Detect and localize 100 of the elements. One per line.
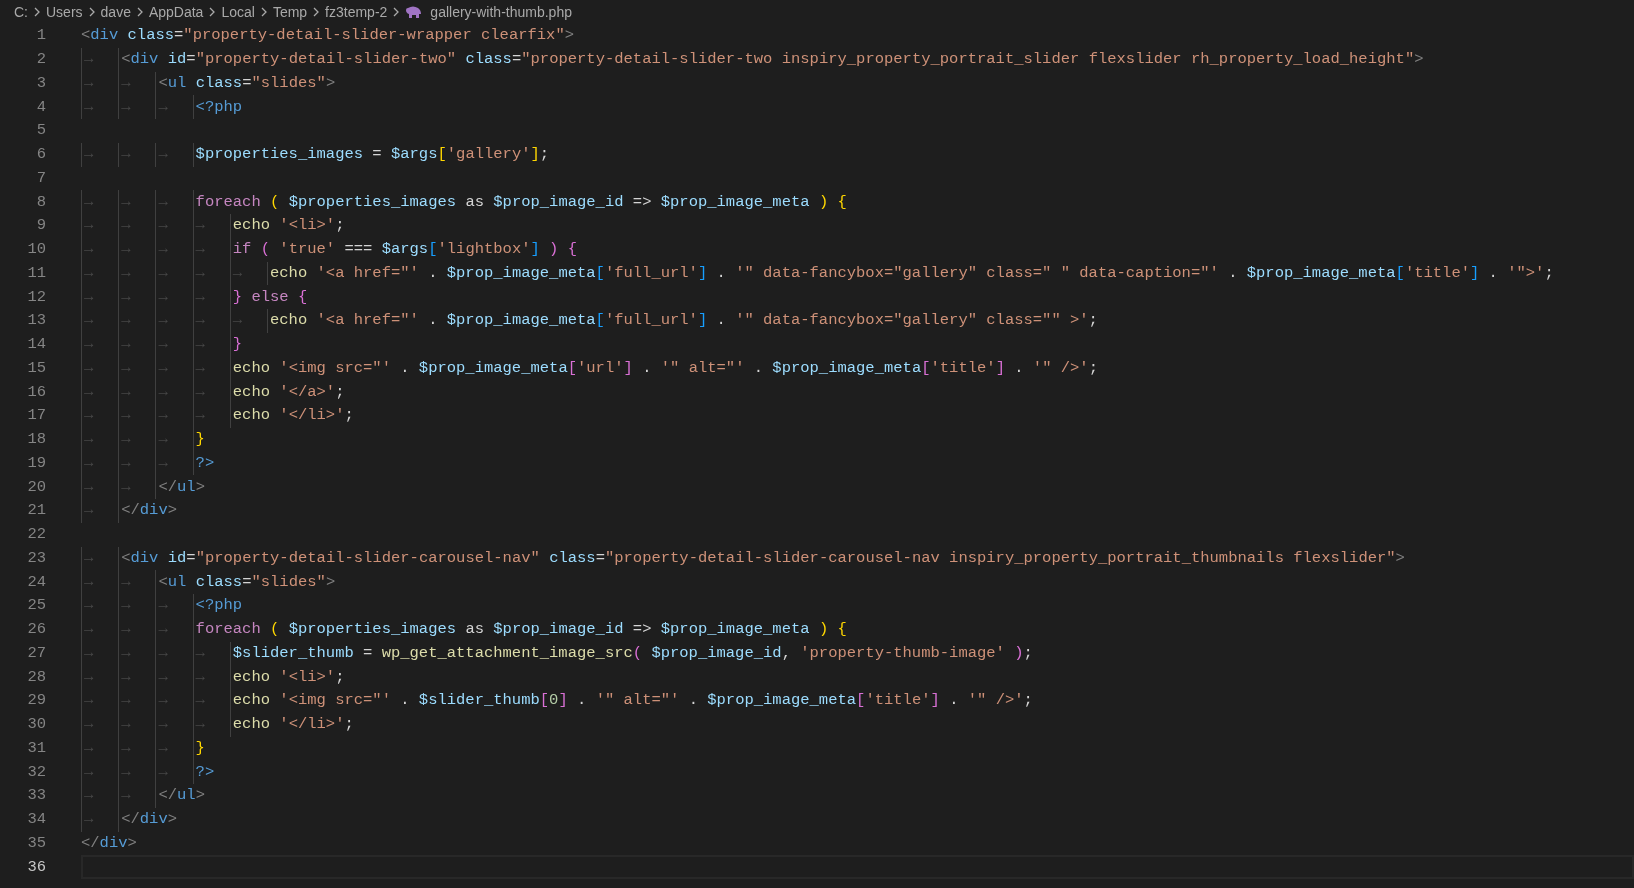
code-line: echo '<a href="' . $prop_image_meta['full_url'] . '" data-fancybox="gallery" class="" >';	[270, 310, 1098, 332]
code-line: <div class="property-detail-slider-wrapper clearfix">	[81, 25, 575, 47]
breadcrumb-folder[interactable]: fz3temp-2	[325, 1, 388, 23]
code-line: $properties_images = $args['gallery'];	[195, 144, 550, 165]
code-line: echo '</li>';	[232, 714, 354, 735]
code-line: }	[195, 737, 205, 759]
line-number: 13	[26, 310, 46, 332]
line-number: 6	[35, 144, 46, 165]
line-number: 27	[26, 642, 46, 664]
code-line: echo '<img src="' . $prop_image_meta['url'] . '" alt="' . $prop_image_meta['title'] . '" />';	[232, 357, 1098, 379]
line-number: 16	[26, 381, 46, 403]
line-number: 5	[35, 120, 46, 142]
tab-markers: →	[81, 47, 122, 72]
tab-markers: →→→→	[81, 285, 233, 309]
tab-markers: →→	[81, 475, 159, 499]
line-number: 14	[26, 334, 46, 355]
line-number: 11	[26, 262, 46, 284]
code-line: echo '<li>';	[232, 215, 345, 237]
line-number: 32	[26, 761, 46, 783]
breadcrumb-folder[interactable]: AppData	[148, 1, 204, 23]
tab-markers: →→→	[81, 142, 196, 167]
code-line: <div id="property-detail-slider-carousel-nav" class="property-detail-slider-carousel-nav inspiry_property_portrait_thumbnails flexslider">	[121, 547, 1405, 569]
line-number: 4	[35, 96, 46, 118]
tab-markers: →→→→	[81, 712, 233, 737]
breadcrumb-folder[interactable]: Local	[221, 1, 255, 23]
code-line: $slider_thumb = wp_get_attachment_image_src( $prop_image_id, 'property-thumb-image' );	[232, 642, 1033, 664]
code-line: ?>	[195, 452, 215, 474]
breadcrumb-folder[interactable]: Users	[46, 1, 83, 23]
code-line: foreach ( $properties_images as $prop_image_id => $prop_image_meta ) {	[195, 619, 847, 640]
tab-markers: →→→→	[81, 332, 233, 357]
line-number: 9	[35, 215, 46, 237]
code-line: </ul>	[158, 785, 205, 807]
line-number: 29	[26, 690, 46, 712]
tab-markers: →→→→	[81, 641, 233, 666]
line-number: 18	[26, 429, 46, 450]
line-number: 17	[26, 405, 46, 427]
line-number: 28	[26, 666, 46, 688]
code-line: </div>	[121, 500, 178, 522]
line-number: 7	[35, 167, 46, 189]
line-number: 23	[26, 547, 46, 569]
breadcrumb-folder[interactable]: Temp	[272, 1, 308, 23]
tab-markers: →→	[81, 784, 159, 808]
tab-markers: →→→→→	[81, 309, 270, 333]
line-number: 24	[26, 571, 46, 593]
line-number: 22	[26, 524, 46, 545]
code-line: </div>	[121, 809, 178, 830]
line-number: 21	[26, 500, 46, 522]
tab-markers: →→→	[81, 190, 196, 214]
line-number: 2	[35, 49, 46, 70]
code-line: echo '<img src="' . $slider_thumb[0] . '" alt="' . $prop_image_meta['title'] . '" />';	[232, 690, 1033, 712]
code-line: <ul class="slides">	[158, 571, 336, 593]
line-number: 8	[35, 191, 46, 213]
tab-markers: →→→	[81, 451, 196, 476]
line-number: 36	[26, 856, 46, 878]
line-number: 26	[26, 619, 46, 640]
tab-markers: →→→→	[81, 665, 233, 689]
code-line: }	[232, 334, 243, 355]
line-number: 3	[35, 72, 46, 94]
line-number: 35	[26, 832, 46, 854]
code-line: echo '<a href="' . $prop_image_meta['full_url'] . '" data-fancybox="gallery" class=" " data-caption="' . $prop_image_meta['title'] . '">';	[270, 262, 1554, 284]
tab-markers: →→→	[81, 617, 196, 642]
tab-markers: →→→→	[81, 689, 233, 713]
code-line: echo '</a>';	[232, 381, 345, 403]
tab-markers: →→	[81, 71, 159, 96]
breadcrumb-file[interactable]: gallery-with-thumb.php	[430, 1, 572, 23]
tab-markers: →	[81, 499, 122, 523]
code-line: }	[195, 429, 205, 450]
line-number: 12	[26, 286, 46, 308]
tab-markers: →→→→	[81, 380, 233, 404]
line-number: 31	[26, 737, 46, 759]
code-line: } else {	[232, 286, 308, 308]
line-number: 20	[26, 476, 46, 498]
tab-markers: →→→→	[81, 237, 233, 262]
breadcrumb-folder[interactable]: C:	[14, 1, 28, 23]
code-line: echo '</li>';	[232, 405, 354, 427]
line-number: 19	[26, 452, 46, 474]
tab-markers: →→	[81, 570, 159, 594]
code-line: if ( 'true' === $args['lightbox'] ) {	[232, 239, 578, 260]
line-number: 34	[26, 809, 46, 830]
line-number: 10	[26, 239, 46, 260]
line-number: 25	[26, 595, 46, 617]
code-line: <div id="property-detail-slider-two" class="property-detail-slider-two inspiry_property_portrait_slider flexslider rh_property_load_height">	[121, 49, 1424, 70]
breadcrumb-folder[interactable]: dave	[100, 1, 131, 23]
code-line: <ul class="slides">	[158, 72, 336, 94]
tab-markers: →→→	[81, 427, 196, 452]
code-line: ?>	[195, 761, 215, 783]
tab-markers: →	[81, 546, 122, 571]
code-line: foreach ( $properties_images as $prop_image_id => $prop_image_meta ) {	[195, 191, 847, 213]
tab-markers: →→→	[81, 594, 196, 618]
elephant-icon	[405, 5, 424, 19]
line-number: 15	[26, 357, 46, 379]
tab-markers: →→→→	[81, 356, 233, 381]
tab-markers: →→→→	[81, 214, 233, 238]
line-number: 1	[35, 25, 46, 47]
line-number: 30	[26, 714, 46, 735]
tab-markers: →→→→→	[81, 261, 270, 286]
code-line: </ul>	[158, 476, 205, 498]
tab-markers: →→→	[81, 736, 196, 761]
code-line: <?php	[195, 96, 243, 118]
tab-markers: →→→	[81, 760, 196, 784]
